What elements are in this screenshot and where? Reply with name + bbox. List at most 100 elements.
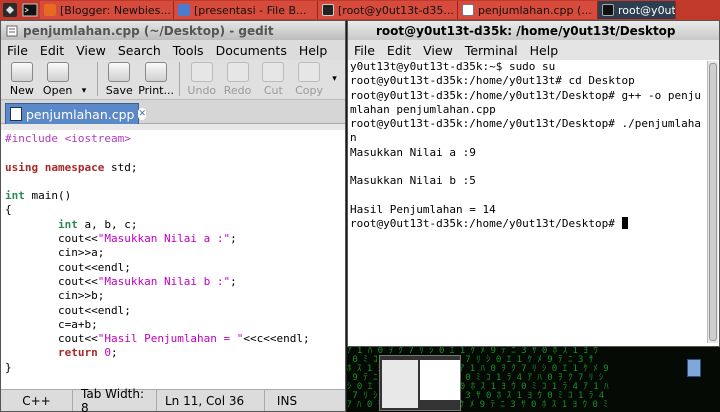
terminal-launcher-icon[interactable] (20, 0, 40, 20)
task-label: root@y0ut1 (618, 3, 676, 17)
scissors-icon (262, 62, 285, 82)
menu-search[interactable]: Search (118, 43, 161, 58)
scrollbar-thumb[interactable] (709, 63, 717, 341)
menu-view[interactable]: View (76, 43, 106, 58)
code-close-brace: } (5, 360, 12, 374)
open-button[interactable]: Open (41, 62, 75, 97)
code-return-keyword: return (57, 346, 98, 360)
code-editor[interactable]: #include <iostream> using namespace std;… (1, 130, 345, 390)
printer-icon (145, 62, 168, 82)
presentation-icon (178, 4, 190, 16)
code-cout3-post: <<c<<endl; (243, 332, 310, 346)
thumbnail-terminal (420, 360, 460, 400)
term-menu-view[interactable]: View (423, 43, 453, 58)
new-label: New (9, 84, 34, 97)
desktop-area: ｱ 1 ﾊ 0 ｦ ｸ 7 ﾘ ｼ 0 ｴ 1 ｹ ﾒ 9 ﾃ ﾆ 3 ｻ 0 … (347, 347, 720, 412)
code-using-keyword: using namespace (5, 160, 105, 174)
undo-button[interactable]: Undo (185, 62, 219, 97)
task-label: [presentasi - File B... (194, 3, 307, 17)
code-endl-2: cout<<endl; (5, 303, 131, 317)
gedit-window: penjumlahan.cpp (~/Desktop) - gedit File… (0, 20, 346, 412)
terminal-menubar: File Edit View Terminal Help (348, 40, 719, 60)
toolbar-separator (96, 62, 98, 96)
language-selector[interactable]: C++ (1, 390, 73, 411)
tab-width-selector[interactable]: Tab Width: 8 (73, 387, 157, 412)
gedit-toolbar: New Open ▾ Save Print... Undo Redo Cut C… (1, 60, 345, 100)
code-cout2-post: ; (230, 274, 237, 288)
terminal-window: root@y0ut13t-d35k: /home/y0ut13t/Desktop… (347, 20, 720, 347)
terminal-scrollbar[interactable] (707, 61, 718, 343)
menu-file[interactable]: File (7, 43, 28, 58)
terminal-titlebar[interactable]: root@y0ut13t-d35k: /home/y0ut13t/Desktop (348, 21, 719, 40)
redo-label: Redo (223, 84, 252, 97)
code-decl-type: int (57, 217, 78, 231)
insert-mode: INS (276, 393, 298, 408)
new-document-icon (10, 62, 33, 82)
code-decl-vars: a, b, c; (77, 217, 138, 231)
gedit-title: penjumlahan.cpp (~/Desktop) - gedit (23, 23, 274, 38)
task-presentasi[interactable]: [presentasi - File B... (174, 1, 318, 19)
cut-label: Cut (263, 84, 283, 97)
term-menu-file[interactable]: File (354, 43, 375, 58)
new-button[interactable]: New (5, 62, 39, 97)
text-cursor (621, 217, 628, 230)
menu-edit[interactable]: Edit (40, 43, 64, 58)
code-int-keyword: int (5, 189, 25, 203)
task-gedit[interactable]: penjumlahan.cpp (... (458, 1, 598, 19)
open-label: Open (42, 84, 73, 97)
task-label: [Blogger: Newbies... (60, 3, 171, 17)
terminal-icon (602, 4, 614, 16)
toolbar-separator (178, 62, 180, 96)
code-cout1-post: ; (230, 232, 237, 246)
task-label: penjumlahan.cpp (... (478, 3, 592, 17)
copy-button[interactable]: Copy (292, 62, 326, 97)
terminal-output[interactable]: y0ut13t@y0ut13t-d35k:~$ sudo su root@y0u… (349, 60, 707, 345)
document-icon (10, 107, 22, 121)
term-menu-edit[interactable]: Edit (387, 43, 411, 58)
gedit-menubar: File Edit View Search Tools Documents He… (1, 40, 345, 60)
save-button[interactable]: Save (102, 62, 136, 97)
thumbnail-editor (382, 360, 418, 408)
workspace-thumbnail[interactable] (379, 355, 461, 411)
document-tabs: penjumlahan.cpp ✕ (1, 100, 345, 124)
desktop-file-icon[interactable] (687, 359, 701, 377)
cut-button[interactable]: Cut (256, 62, 290, 97)
text-editor-icon (462, 4, 474, 16)
menu-launcher-icon[interactable] (0, 0, 20, 20)
code-using-rest: std; (104, 160, 138, 174)
gedit-statusbar: C++ Tab Width: 8 Ln 11, Col 36 INS (1, 387, 345, 412)
code-return-end: ; (110, 346, 118, 360)
gedit-titlebar[interactable]: penjumlahan.cpp (~/Desktop) - gedit (1, 21, 345, 40)
task-blogger[interactable]: [Blogger: Newbies... (40, 1, 174, 19)
terminal-icon (322, 4, 334, 16)
term-menu-terminal[interactable]: Terminal (465, 43, 518, 58)
code-open-brace: { (5, 203, 12, 217)
chevron-down-icon: ▾ (332, 74, 337, 84)
toolbar-overflow-button[interactable]: ▾ (328, 62, 341, 84)
menu-help[interactable]: Help (299, 43, 328, 58)
menu-documents[interactable]: Documents (216, 43, 287, 58)
save-label: Save (105, 84, 133, 97)
task-root-terminal-active[interactable]: root@y0ut1 (598, 1, 676, 19)
code-cout3-pre: cout<< (5, 332, 98, 346)
code-calc: c=a+b; (5, 317, 98, 331)
cursor-position: Ln 11, Col 36 (157, 390, 265, 411)
code-cout1-pre: cout<< (5, 232, 98, 246)
firefox-icon (44, 4, 56, 16)
tab-penjumlahan-cpp[interactable]: penjumlahan.cpp ✕ (5, 103, 147, 124)
code-cin-b: cin>>b; (5, 289, 105, 303)
print-button[interactable]: Print... (138, 62, 174, 97)
save-icon (108, 62, 131, 82)
code-cout2-pre: cout<< (5, 274, 98, 288)
open-folder-icon (46, 62, 69, 82)
task-root-terminal[interactable]: [root@y0ut13t-d35... (318, 1, 458, 19)
open-recent-dropdown[interactable]: ▾ (77, 62, 92, 96)
term-menu-help[interactable]: Help (530, 43, 559, 58)
close-icon[interactable]: ✕ (138, 108, 147, 120)
redo-button[interactable]: Redo (221, 62, 255, 97)
window-menu-icon[interactable] (5, 24, 19, 38)
code-include: #include <iostream> (5, 132, 131, 145)
redo-icon (226, 62, 249, 82)
code-cin-a: cin>>a; (5, 246, 105, 260)
menu-tools[interactable]: Tools (173, 43, 204, 58)
